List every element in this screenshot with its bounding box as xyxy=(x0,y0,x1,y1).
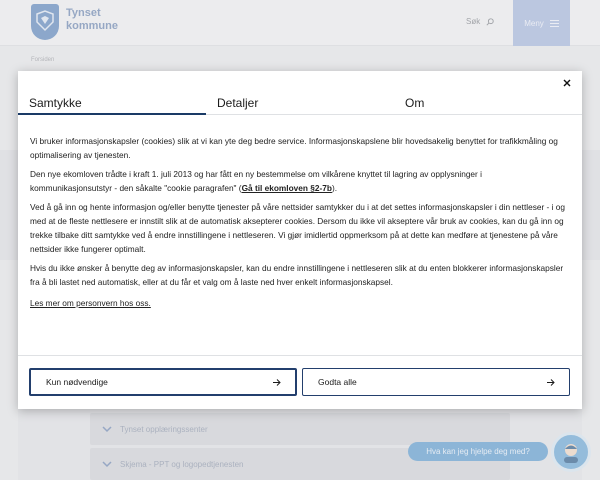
button-label: Godta alle xyxy=(318,377,357,387)
accept-all-button[interactable]: Godta alle xyxy=(302,368,570,396)
necessary-only-button[interactable]: Kun nødvendige xyxy=(29,368,297,396)
ekomloven-link[interactable]: Gå til ekomloven §2-7b xyxy=(242,183,332,193)
dialog-tabs: Samtykke Detaljer Om xyxy=(18,85,582,115)
consent-text: Vi bruker informasjonskapsler (cookies) … xyxy=(30,134,565,310)
consent-paragraph: Vi bruker informasjonskapsler (cookies) … xyxy=(30,136,558,160)
active-tab-indicator xyxy=(18,113,206,115)
tab-om[interactable]: Om xyxy=(405,85,555,115)
privacy-link[interactable]: Les mer om personvern hos oss. xyxy=(30,296,151,310)
divider xyxy=(18,355,582,356)
paragraph-text: ). xyxy=(331,183,338,193)
arrow-right-icon xyxy=(273,378,281,386)
consent-paragraph: Den nye ekomloven trådte i kraft 1. juli… xyxy=(30,167,565,195)
tab-samtykke[interactable]: Samtykke xyxy=(29,85,206,115)
consent-paragraph: Ved å gå inn og hente informasjon og/ell… xyxy=(30,202,565,254)
tab-detaljer[interactable]: Detaljer xyxy=(217,85,367,115)
consent-paragraph: Hvis du ikke ønsker å benytte deg av inf… xyxy=(30,263,564,287)
button-label: Kun nødvendige xyxy=(46,377,108,387)
cookie-consent-dialog: Samtykke Detaljer Om Vi bruker informasj… xyxy=(18,71,582,409)
arrow-right-icon xyxy=(547,378,555,386)
